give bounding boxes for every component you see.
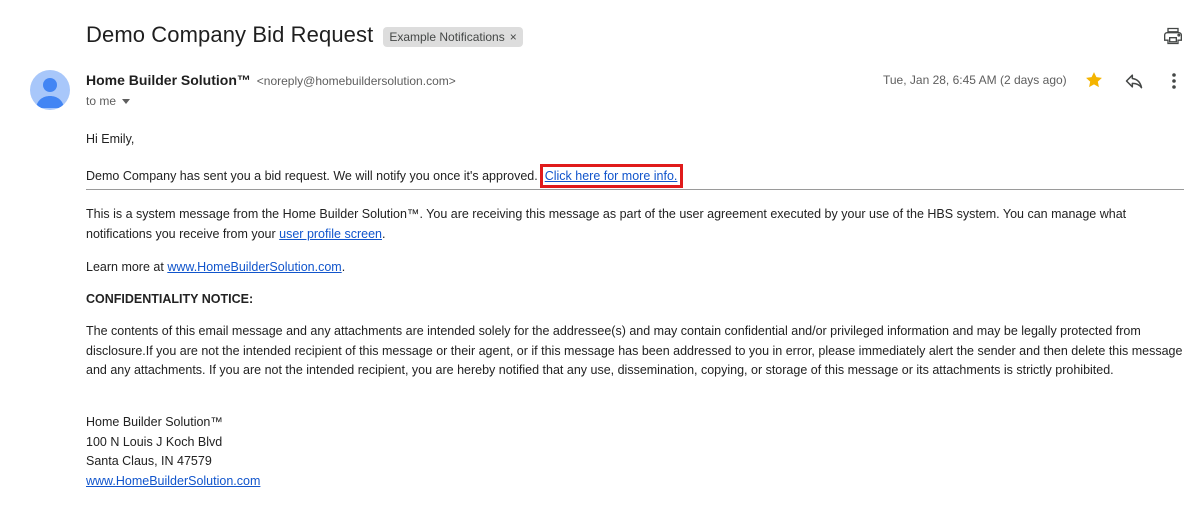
chevron-down-icon (122, 98, 131, 104)
more-info-link[interactable]: Click here for more info. (545, 169, 678, 183)
person-icon (36, 78, 64, 108)
recipient-label: to me (86, 94, 117, 108)
star-icon[interactable] (1084, 70, 1104, 90)
system-message: This is a system message from the Home B… (86, 205, 1186, 244)
sender-line: Home Builder Solution™ <noreply@homebuil… (86, 72, 456, 88)
signature-website-link[interactable]: www.HomeBuilderSolution.com (86, 474, 260, 488)
greeting: Hi Emily, (86, 132, 135, 146)
signature-street: 100 N Louis J Koch Blvd (86, 434, 223, 449)
remove-label-button[interactable]: × (510, 30, 517, 44)
signature: Home Builder Solution™ 100 N Louis J Koc… (86, 413, 260, 491)
sender-name[interactable]: Home Builder Solution™ (86, 72, 251, 88)
print-icon[interactable] (1163, 26, 1183, 46)
website-link[interactable]: www.HomeBuilderSolution.com (167, 260, 341, 274)
label-chip-text: Example Notifications (389, 29, 505, 44)
label-chip[interactable]: Example Notifications × (383, 26, 523, 47)
learn-more-end: . (341, 260, 346, 274)
more-vert-icon[interactable] (1166, 71, 1182, 91)
bid-message-text: Demo Company has sent you a bid request.… (86, 169, 538, 183)
divider (86, 189, 1184, 190)
recipient-details-toggle[interactable]: to me (86, 94, 131, 108)
bid-message: Demo Company has sent you a bid request.… (86, 164, 684, 188)
email-date: Tue, Jan 28, 6:45 AM (2 days ago) (883, 73, 1067, 87)
highlight-box: Click here for more info. (539, 164, 684, 188)
learn-more: Learn more at www.HomeBuilderSolution.co… (86, 258, 345, 278)
subject-row: Demo Company Bid Request Example Notific… (86, 22, 523, 48)
user-profile-link[interactable]: user profile screen (279, 227, 382, 241)
signature-city: Santa Claus, IN 47579 (86, 454, 212, 468)
signature-company: Home Builder Solution™ (86, 415, 223, 429)
confidentiality-title: CONFIDENTIALITY NOTICE: (86, 292, 254, 306)
sender-email: <noreply@homebuildersolution.com> (256, 74, 456, 88)
system-message-text: This is a system message from the Home B… (86, 207, 1127, 241)
sender-avatar[interactable] (30, 70, 70, 110)
learn-more-text: Learn more at (86, 260, 164, 274)
email-subject: Demo Company Bid Request (86, 22, 374, 47)
system-message-end: . (381, 226, 386, 241)
confidentiality-text: The contents of this email message and a… (86, 324, 1183, 377)
reply-icon[interactable] (1124, 71, 1144, 91)
